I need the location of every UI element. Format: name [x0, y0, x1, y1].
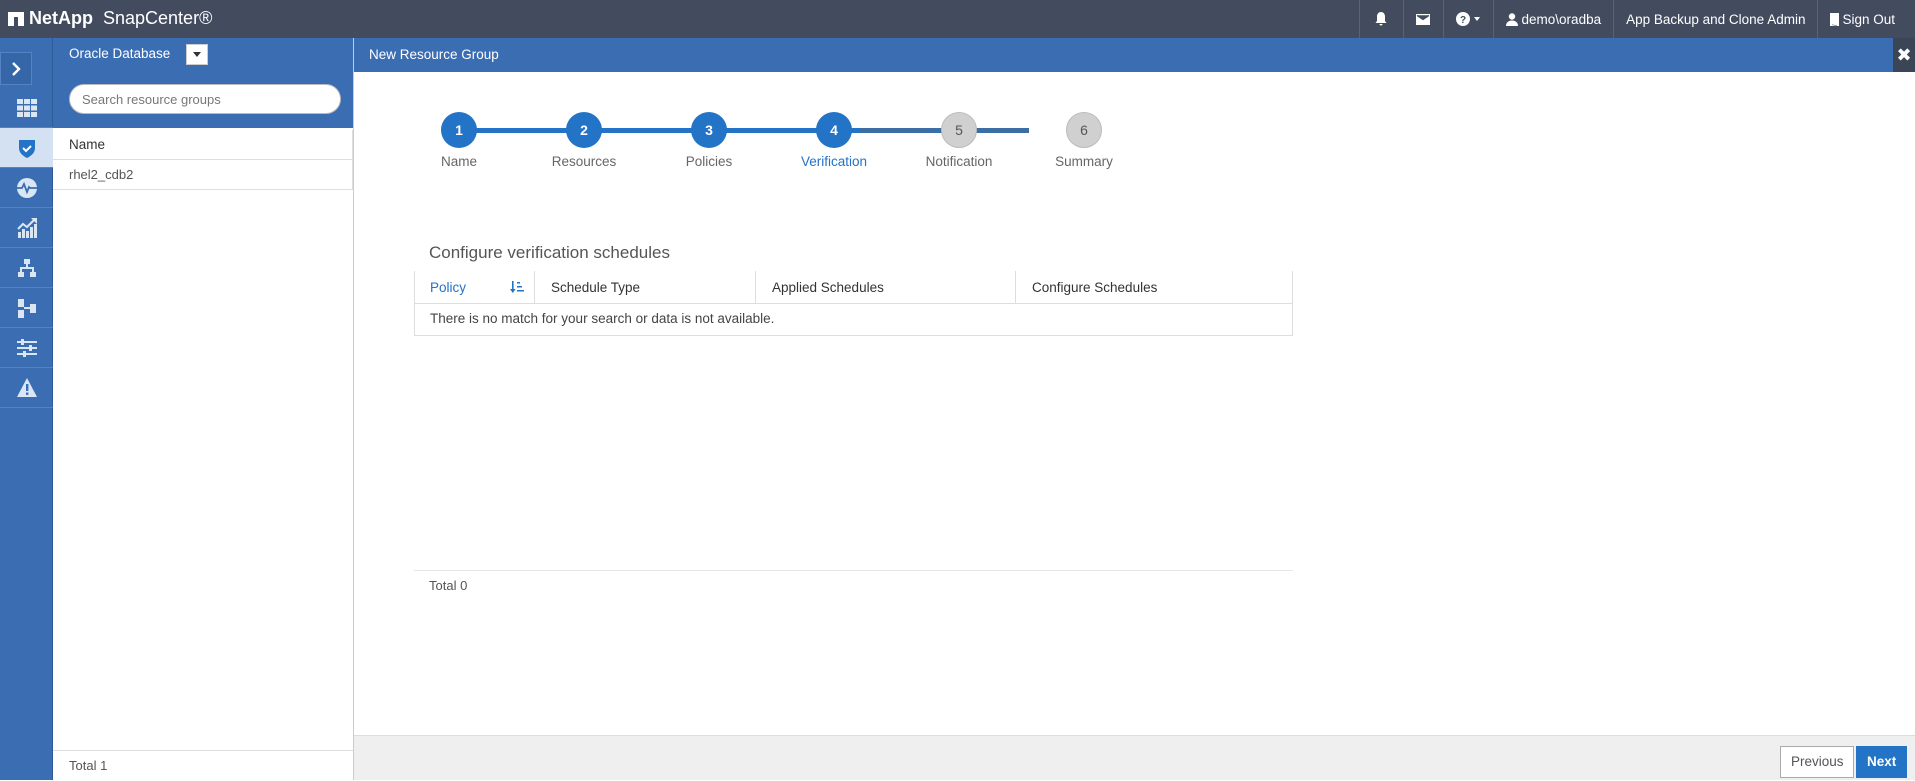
- wizard-title: New Resource Group: [369, 47, 499, 62]
- step-policies[interactable]: 3 Policies: [659, 112, 759, 169]
- previous-button[interactable]: Previous: [1780, 746, 1854, 778]
- table-header: Policy Schedule Type Applied Schedules C…: [415, 271, 1292, 304]
- step-summary[interactable]: 6 Summary: [1034, 112, 1134, 169]
- column-label: Policy: [430, 280, 467, 295]
- column-header-applied-schedules[interactable]: Applied Schedules: [756, 271, 1016, 304]
- monitor-pulse-icon: [16, 177, 37, 198]
- new-resource-group-wizard: New Resource Group ✖ 1 Name 2 Resources …: [354, 38, 1915, 780]
- user-icon: [1505, 12, 1518, 26]
- role-text: App Backup and Clone Admin: [1626, 11, 1806, 27]
- nav-reports[interactable]: [0, 208, 53, 248]
- nav-resources[interactable]: [0, 128, 53, 168]
- step-name[interactable]: 1 Name: [409, 112, 509, 169]
- help-icon: ?: [1456, 12, 1471, 26]
- step-label: Summary: [1055, 154, 1113, 169]
- netapp-logo-icon: [8, 11, 24, 26]
- verification-schedules-table: Policy Schedule Type Applied Schedules C…: [414, 271, 1293, 336]
- nav-monitor[interactable]: [0, 168, 53, 208]
- empty-message: There is no match for your search or dat…: [430, 311, 775, 326]
- plugin-title: Oracle Database: [69, 46, 171, 61]
- nav-dashboard[interactable]: [0, 88, 53, 128]
- expand-nav-button[interactable]: [0, 52, 32, 85]
- step-label: Name: [440, 154, 477, 169]
- step-resources[interactable]: 2 Resources: [534, 112, 634, 169]
- step-number: 5: [941, 112, 977, 148]
- close-button[interactable]: ✖: [1893, 38, 1915, 72]
- column-header-configure-schedules[interactable]: Configure Schedules: [1016, 271, 1292, 304]
- plugin-dropdown-button[interactable]: [186, 44, 208, 65]
- step-number: 6: [1066, 112, 1102, 148]
- sign-out-button[interactable]: Sign Out: [1817, 0, 1915, 38]
- next-button[interactable]: Next: [1856, 746, 1907, 778]
- alerts-warning-icon: [16, 377, 37, 397]
- close-icon: ✖: [1896, 45, 1912, 65]
- step-number: 2: [566, 112, 602, 148]
- nav-storage-systems[interactable]: [0, 288, 53, 328]
- netapp-logo: NetApp SnapCenter®: [8, 8, 212, 29]
- nav-hosts[interactable]: [0, 248, 53, 288]
- chevron-right-icon: [12, 61, 21, 76]
- resources-shield-icon: [18, 139, 35, 158]
- role-label[interactable]: App Backup and Clone Admin: [1613, 0, 1817, 38]
- table-row[interactable]: rhel2_cdb2: [53, 160, 353, 190]
- left-nav-rail: [0, 38, 53, 780]
- reports-chart-icon: [16, 217, 37, 238]
- step-label: Policies: [685, 154, 733, 169]
- wizard-footer: Previous Next: [354, 735, 1915, 780]
- help-menu-button[interactable]: ?: [1442, 0, 1493, 38]
- wizard-header: New Resource Group ✖: [354, 38, 1915, 72]
- brand-name: NetApp: [29, 8, 93, 28]
- nav-alerts[interactable]: [0, 368, 53, 408]
- table-footer-divider: [414, 570, 1293, 571]
- notifications-button[interactable]: [1358, 0, 1403, 38]
- search-resource-groups-input[interactable]: [69, 84, 341, 114]
- table-total: Total 0: [429, 578, 468, 593]
- list-panel-header: Oracle Database: [53, 38, 353, 128]
- username: demo\oradba: [1521, 11, 1602, 27]
- resource-group-list-panel: Oracle Database Name rhel2_cdb2 Total 1: [53, 38, 354, 780]
- column-header-schedule-type[interactable]: Schedule Type: [535, 271, 756, 304]
- nav-settings[interactable]: [0, 328, 53, 368]
- sort-ascending-icon[interactable]: [510, 280, 524, 294]
- step-number: 3: [691, 112, 727, 148]
- column-header-name[interactable]: Name: [53, 130, 353, 160]
- step-notification[interactable]: 5 Notification: [909, 112, 1009, 169]
- step-label: Notification: [925, 154, 993, 169]
- sign-out-label: Sign Out: [1842, 11, 1895, 27]
- bell-icon: [1375, 12, 1387, 26]
- list-total: Total 1: [53, 750, 353, 780]
- mail-icon: [1416, 13, 1431, 25]
- step-label: Resources: [551, 154, 617, 169]
- caret-down-icon: [1474, 17, 1481, 21]
- column-header-policy[interactable]: Policy: [415, 271, 535, 304]
- step-verification[interactable]: 4 Verification: [784, 112, 884, 169]
- settings-sliders-icon: [16, 338, 37, 357]
- step-label: Verification: [800, 154, 868, 169]
- messages-button[interactable]: [1402, 0, 1443, 38]
- dashboard-grid-icon: [16, 98, 37, 117]
- storage-systems-icon: [17, 298, 36, 318]
- caret-down-icon: [193, 52, 201, 57]
- door-icon: [1830, 12, 1840, 26]
- svg-text:?: ?: [1460, 15, 1466, 26]
- product-name: SnapCenter®: [103, 8, 213, 28]
- hosts-hierarchy-icon: [17, 258, 36, 277]
- wizard-steps: 1 Name 2 Resources 3 Policies 4 Verifica…: [409, 112, 1113, 172]
- top-bar: NetApp SnapCenter® ? demo\oradba App Bac…: [0, 0, 1915, 38]
- section-title: Configure verification schedules: [429, 243, 670, 262]
- step-number: 1: [441, 112, 477, 148]
- resource-group-table: Name rhel2_cdb2: [53, 130, 353, 190]
- user-menu[interactable]: demo\oradba: [1492, 0, 1614, 38]
- step-number: 4: [816, 112, 852, 148]
